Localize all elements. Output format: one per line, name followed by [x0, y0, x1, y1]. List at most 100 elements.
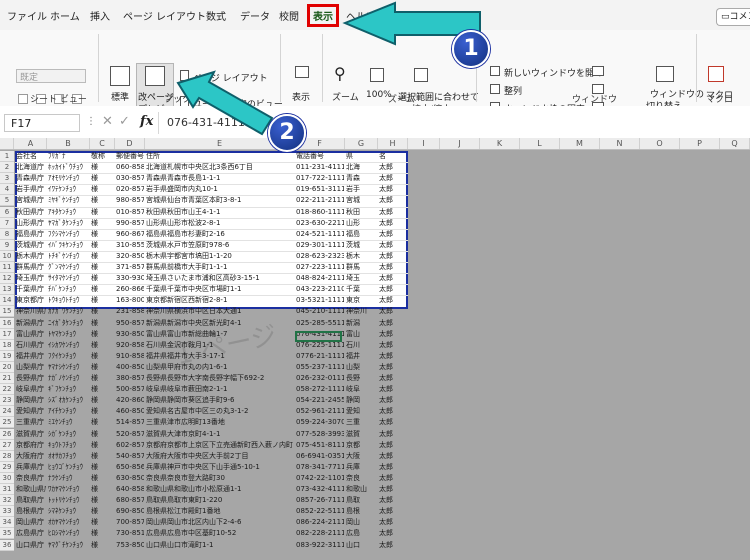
column-header[interactable]: M: [560, 138, 600, 149]
table-cell[interactable]: 神奈川: [346, 306, 377, 317]
table-cell[interactable]: 025-285-5511: [296, 318, 344, 329]
table-cell[interactable]: 様: [91, 417, 114, 428]
table-cell[interactable]: ﾋｮｳｺﾞｹﾝﾁｮｳ: [48, 462, 89, 473]
table-cell[interactable]: 様: [91, 351, 114, 362]
table-cell[interactable]: ｸﾞﾝﾏｹﾝﾁｮｳ: [48, 262, 89, 273]
column-header[interactable]: K: [480, 138, 520, 149]
table-cell[interactable]: 460-8501: [116, 406, 144, 417]
table-cell[interactable]: 兵庫: [346, 462, 377, 473]
table-cell[interactable]: 太郎: [379, 540, 407, 551]
table-cell[interactable]: 愛知県庁: [16, 406, 46, 417]
cancel-icon[interactable]: ✕: [102, 114, 113, 129]
table-cell[interactable]: 様: [91, 195, 114, 206]
table-cell[interactable]: 029-301-1111: [296, 240, 344, 251]
table-cell[interactable]: 福島県福島市杉妻町2-16: [146, 229, 294, 240]
arrange-button[interactable]: 整列: [504, 84, 522, 97]
row-header[interactable]: 23: [0, 395, 14, 407]
row-header[interactable]: 4: [0, 184, 14, 196]
table-cell[interactable]: 太郎: [379, 306, 407, 317]
row-header[interactable]: 32: [0, 495, 14, 507]
table-cell[interactable]: ﾄﾔﾏｹﾝﾁｮｳ: [48, 329, 89, 340]
table-cell[interactable]: 0852-22-5111: [296, 506, 344, 517]
table-cell[interactable]: 宮城県仙台市青葉区本町3-8-1: [146, 195, 294, 206]
table-cell[interactable]: ﾅﾗｹﾝﾁｮｳ: [48, 473, 89, 484]
tab-insert[interactable]: 挿入: [90, 8, 110, 23]
name-box[interactable]: F17: [4, 114, 80, 132]
row-header[interactable]: 7: [0, 217, 14, 229]
table-cell[interactable]: 950-8570: [116, 318, 144, 329]
table-cell[interactable]: 太郎: [379, 207, 407, 218]
table-cell[interactable]: 082-228-2111: [296, 528, 344, 539]
table-cell[interactable]: 077-528-3993: [296, 429, 344, 440]
table-cell[interactable]: 山口: [346, 540, 377, 551]
table-cell[interactable]: 052-961-2111: [296, 406, 344, 417]
table-cell[interactable]: ﾌｸｲｹﾝﾁｮｳ: [48, 351, 89, 362]
normal-view-button[interactable]: 標準: [111, 90, 129, 103]
select-all-corner[interactable]: [0, 138, 14, 149]
table-cell[interactable]: 栃木: [346, 251, 377, 262]
tab-data[interactable]: データ: [240, 8, 270, 23]
table-cell[interactable]: ｲｼｶﾜｹﾝﾁｮｳ: [48, 340, 89, 351]
table-cell[interactable]: 083-922-3111: [296, 540, 344, 551]
table-cell[interactable]: ﾄﾁｷﾞｹﾝﾁｮｳ: [48, 251, 89, 262]
tab-help[interactable]: ヘルプ: [346, 8, 376, 23]
table-cell[interactable]: 048-824-2111: [296, 273, 344, 284]
table-cell[interactable]: 様: [91, 495, 114, 506]
row-header[interactable]: 34: [0, 517, 14, 529]
table-cell[interactable]: 群馬県庁: [16, 262, 46, 273]
row-header[interactable]: 21: [0, 373, 14, 384]
table-cell[interactable]: 380-8570: [116, 373, 144, 384]
table-cell[interactable]: 980-8570: [116, 195, 144, 206]
table-cell[interactable]: 026-232-0111: [296, 373, 344, 384]
table-cell[interactable]: 400-8501: [116, 362, 144, 373]
table-cell[interactable]: 様: [91, 218, 114, 229]
table-cell[interactable]: 山口県山口市滝町1-1: [146, 540, 294, 551]
row-header[interactable]: 5: [0, 195, 14, 207]
table-cell[interactable]: 017-722-1111: [296, 173, 344, 184]
table-cell[interactable]: 様: [91, 528, 114, 539]
table-cell[interactable]: 075-451-8111: [296, 440, 344, 451]
table-cell[interactable]: 様: [91, 473, 114, 484]
table-cell[interactable]: ﾔﾏｶﾞﾀｹﾝﾁｮｳ: [48, 218, 89, 229]
table-cell[interactable]: 023-630-2211: [296, 218, 344, 229]
table-cell[interactable]: 静岡: [346, 395, 377, 406]
table-cell[interactable]: 富山: [346, 329, 377, 340]
table-cell[interactable]: 太郎: [379, 462, 407, 473]
table-cell[interactable]: 様: [91, 395, 114, 406]
table-cell[interactable]: 大阪: [346, 451, 377, 462]
tab-formulas[interactable]: 数式: [206, 8, 226, 23]
table-cell[interactable]: 和歌山: [346, 484, 377, 495]
table-cell[interactable]: 910-8580: [116, 351, 144, 362]
table-cell[interactable]: 秋田県秋田市山王4-1-1: [146, 207, 294, 218]
table-cell[interactable]: 024-521-1111: [296, 229, 344, 240]
table-cell[interactable]: 様: [91, 240, 114, 251]
row-header[interactable]: 25: [0, 417, 14, 429]
row-header[interactable]: 29: [0, 461, 14, 473]
table-cell[interactable]: 様: [91, 362, 114, 373]
table-cell[interactable]: 太郎: [379, 173, 407, 184]
table-cell[interactable]: 690-8501: [116, 506, 144, 517]
table-cell[interactable]: 630-8501: [116, 473, 144, 484]
row-header[interactable]: 17: [0, 328, 14, 340]
table-cell[interactable]: 太郎: [379, 240, 407, 251]
tab-page-layout[interactable]: ページ レイアウト: [123, 8, 206, 23]
table-cell[interactable]: 太郎: [379, 440, 407, 451]
table-cell[interactable]: 宮城県庁: [16, 195, 46, 206]
table-cell[interactable]: 山形県山形市松波2-8-1: [146, 218, 294, 229]
table-cell[interactable]: 岩手県盛岡市内丸10-1: [146, 184, 294, 195]
table-cell[interactable]: 太郎: [379, 351, 407, 362]
table-cell[interactable]: ｼｶﾞｹﾝﾁｮｳ: [48, 429, 89, 440]
column-header[interactable]: O: [640, 138, 680, 149]
table-cell[interactable]: 名: [379, 151, 407, 162]
table-cell[interactable]: 秋田: [346, 207, 377, 218]
table-cell[interactable]: 鳥取県庁: [16, 495, 46, 506]
table-cell[interactable]: 086-224-2111: [296, 517, 344, 528]
table-cell[interactable]: 様: [91, 229, 114, 240]
table-cell[interactable]: 埼玉県庁: [16, 273, 46, 284]
row-header[interactable]: 6: [0, 206, 14, 218]
table-cell[interactable]: 埼玉: [346, 273, 377, 284]
table-cell[interactable]: 様: [91, 506, 114, 517]
table-cell[interactable]: 058-272-1111: [296, 384, 344, 395]
table-cell[interactable]: ｵｶﾔﾏｹﾝﾁｮｳ: [48, 517, 89, 528]
table-cell[interactable]: 太郎: [379, 218, 407, 229]
